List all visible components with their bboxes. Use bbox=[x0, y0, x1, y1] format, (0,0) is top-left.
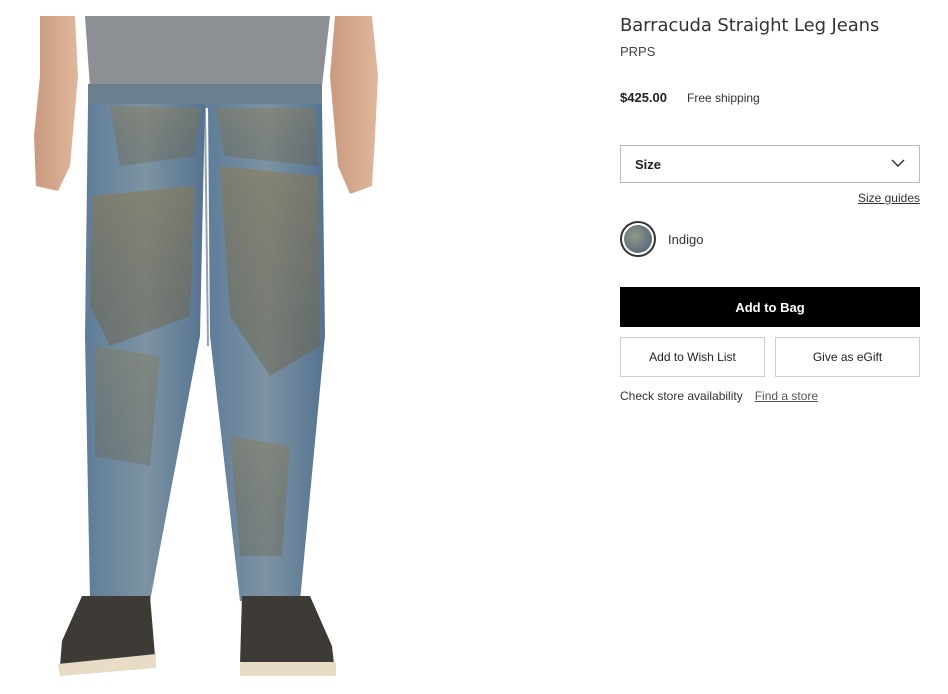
product-details: Barracuda Straight Leg Jeans PRPS $425.0… bbox=[620, 14, 920, 403]
size-select-label: Size bbox=[635, 156, 662, 172]
product-page: Barracuda Straight Leg Jeans PRPS $425.0… bbox=[0, 0, 948, 694]
chevron-down-icon bbox=[891, 155, 905, 173]
size-select[interactable]: Size bbox=[620, 145, 920, 183]
price-row: $425.00 Free shipping bbox=[620, 90, 920, 105]
product-title: Barracuda Straight Leg Jeans bbox=[620, 15, 880, 36]
add-to-bag-button[interactable]: Add to Bag bbox=[620, 287, 920, 327]
shipping-info: Free shipping bbox=[687, 91, 760, 105]
product-brand[interactable]: PRPS bbox=[620, 44, 920, 60]
product-price: $425.00 bbox=[620, 90, 667, 105]
color-selector: Indigo bbox=[620, 221, 920, 257]
store-availability-label: Check store availability bbox=[620, 389, 743, 403]
color-swatch-indigo[interactable] bbox=[620, 221, 656, 257]
product-image bbox=[0, 16, 410, 688]
secondary-actions: Add to Wish List Give as eGift bbox=[620, 337, 920, 377]
give-as-egift-button[interactable]: Give as eGift bbox=[775, 337, 920, 377]
swatch-fill bbox=[624, 225, 652, 253]
find-a-store-link[interactable]: Find a store bbox=[755, 389, 818, 403]
size-guides-link[interactable]: Size guides bbox=[620, 191, 920, 205]
color-name: Indigo bbox=[668, 231, 704, 247]
add-to-wish-list-button[interactable]: Add to Wish List bbox=[620, 337, 765, 377]
store-availability: Check store availability Find a store bbox=[620, 389, 920, 403]
